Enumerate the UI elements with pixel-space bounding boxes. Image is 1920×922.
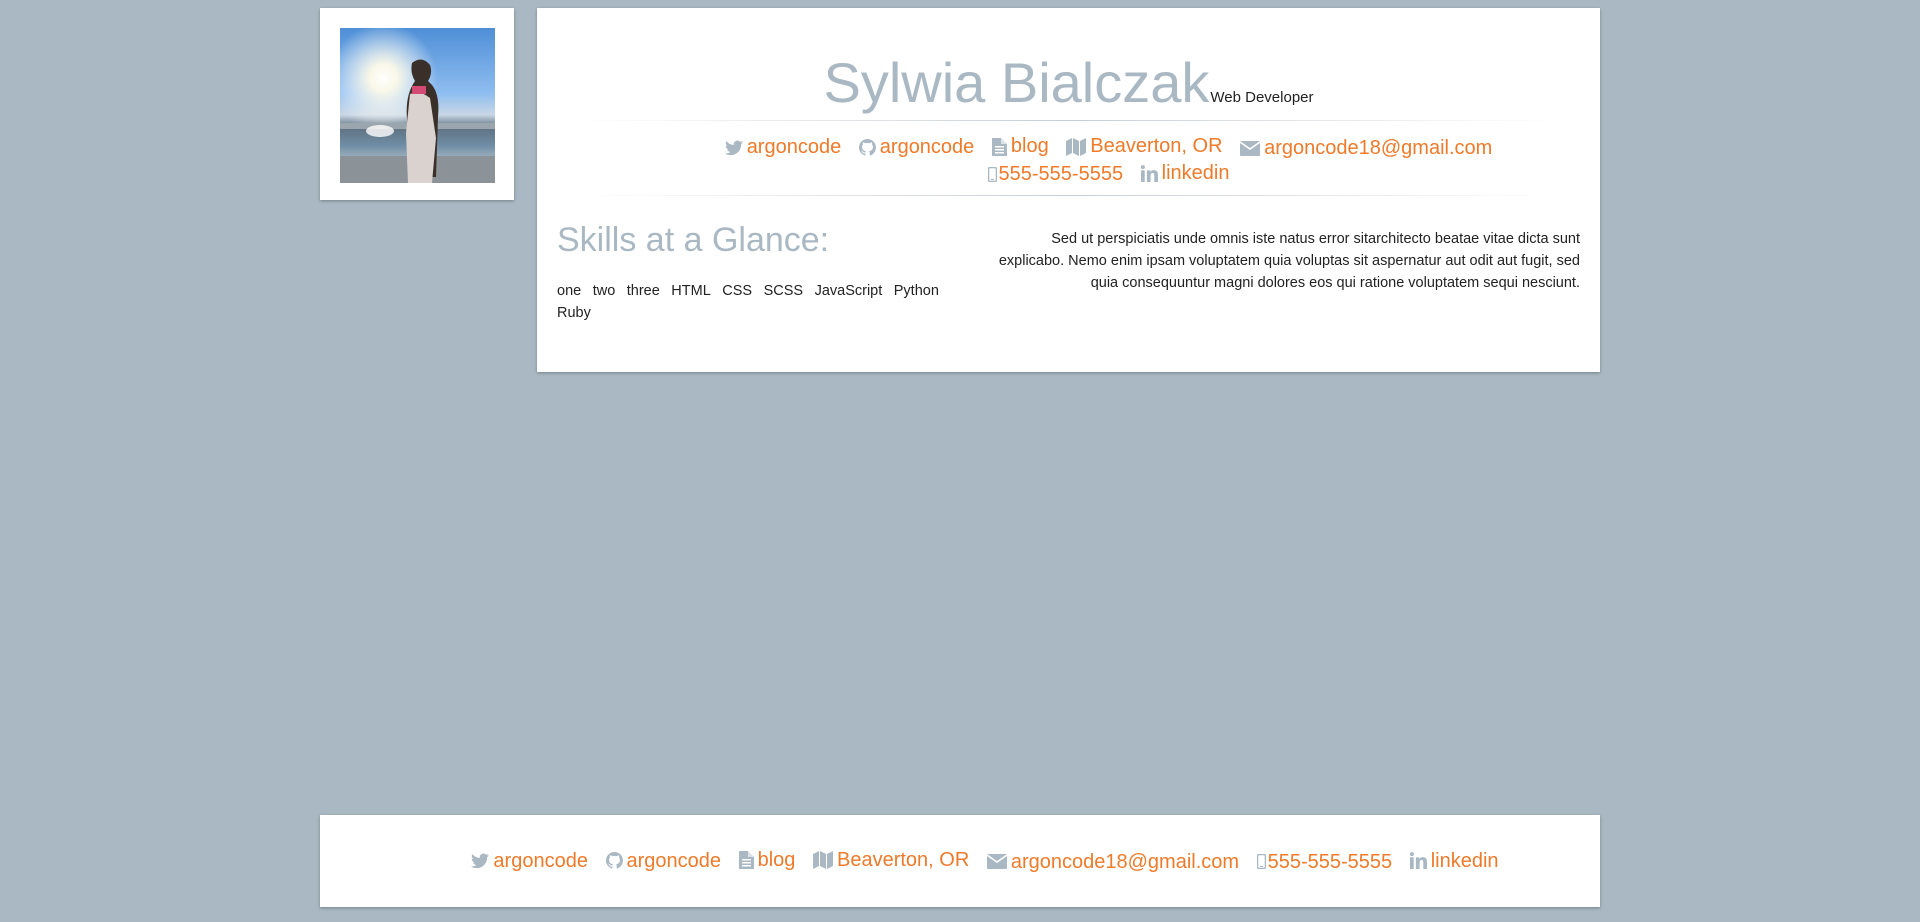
location-link[interactable]: Beaverton, OR [1066, 135, 1223, 158]
footer-github-link[interactable]: argoncode [605, 849, 722, 873]
footer-email-link[interactable]: argoncode18@gmail.com [986, 850, 1240, 874]
footer-linkedin-label: linkedin [1430, 849, 1499, 872]
skill-item: two [592, 283, 616, 299]
footer-blog-label: blog [757, 849, 796, 871]
github-link[interactable]: argoncode [858, 135, 975, 159]
map-icon [1066, 137, 1087, 156]
skill-item: JavaScript [814, 283, 883, 299]
github-icon [605, 852, 623, 869]
skill-item: SCSS [763, 283, 804, 299]
phone-icon [1256, 854, 1266, 869]
profile-photo-card [320, 8, 514, 200]
linkedin-link[interactable]: linkedin [1140, 161, 1230, 185]
footer-location-link[interactable]: Beaverton, OR [812, 848, 970, 872]
bottom-divider [577, 195, 1560, 196]
blog-icon [738, 851, 754, 869]
footer-contact-list: argoncode argoncode blog Beaverton, OR a… [410, 848, 1560, 875]
phone-label: 555-555-5555 [998, 162, 1124, 185]
twitter-icon [471, 853, 490, 869]
skill-item: HTML [671, 283, 711, 299]
github-label: argoncode [879, 135, 975, 158]
phone-link[interactable]: 555-555-5555 [987, 162, 1124, 186]
phone-icon [987, 166, 997, 182]
footer-email-label: argoncode18@gmail.com [1010, 850, 1240, 873]
profile-photo [340, 28, 495, 183]
twitter-label: argoncode [746, 136, 842, 158]
skill-item: CSS [722, 283, 753, 299]
skills-list: one two three HTML CSS SCSS JavaScript P… [557, 280, 941, 324]
footer-location-label: Beaverton, OR [836, 849, 970, 871]
skills-heading: Skills at a Glance: [557, 221, 830, 259]
skill-item: Ruby [557, 305, 591, 321]
skill-item: Python [893, 283, 939, 299]
resume-card: Sylwia BialczakWeb Developer argoncode a… [537, 8, 1600, 372]
footer-github-label: argoncode [626, 849, 722, 872]
footer-twitter-label: argoncode [493, 850, 588, 872]
envelope-icon [1240, 140, 1261, 156]
footer-phone-link[interactable]: 555-555-5555 [1256, 850, 1393, 874]
map-icon [812, 851, 833, 869]
linkedin-icon [1409, 852, 1427, 869]
skill-item: three [626, 283, 660, 299]
linkedin-icon [1140, 164, 1158, 182]
skill-item: one [557, 283, 582, 299]
contact-list: argoncode argoncode blog Beaverton, OR a… [657, 135, 1560, 188]
footer-linkedin-link[interactable]: linkedin [1409, 849, 1499, 873]
envelope-icon [986, 854, 1007, 869]
footer: argoncode argoncode blog Beaverton, OR a… [320, 815, 1600, 907]
footer-blog-link[interactable]: blog [738, 848, 796, 872]
footer-phone-label: 555-555-5555 [1267, 850, 1393, 873]
header: Sylwia BialczakWeb Developer [537, 50, 1600, 115]
blog-link[interactable]: blog [991, 135, 1049, 158]
top-divider [577, 120, 1560, 121]
role-subtitle: Web Developer [1210, 89, 1314, 106]
email-label: argoncode18@gmail.com [1264, 136, 1493, 159]
about-text: Sed ut perspiciatis unde omnis iste natu… [998, 231, 1580, 291]
github-icon [858, 138, 876, 156]
blog-label: blog [1010, 135, 1049, 157]
location-label: Beaverton, OR [1090, 135, 1223, 157]
twitter-link[interactable]: argoncode [724, 136, 842, 159]
footer-twitter-link[interactable]: argoncode [471, 849, 588, 873]
blog-icon [991, 137, 1007, 156]
email-link[interactable]: argoncode18@gmail.com [1240, 137, 1492, 160]
twitter-icon [724, 140, 743, 156]
linkedin-label: linkedin [1161, 161, 1230, 184]
name-heading: Sylwia Bialczak [823, 51, 1210, 114]
